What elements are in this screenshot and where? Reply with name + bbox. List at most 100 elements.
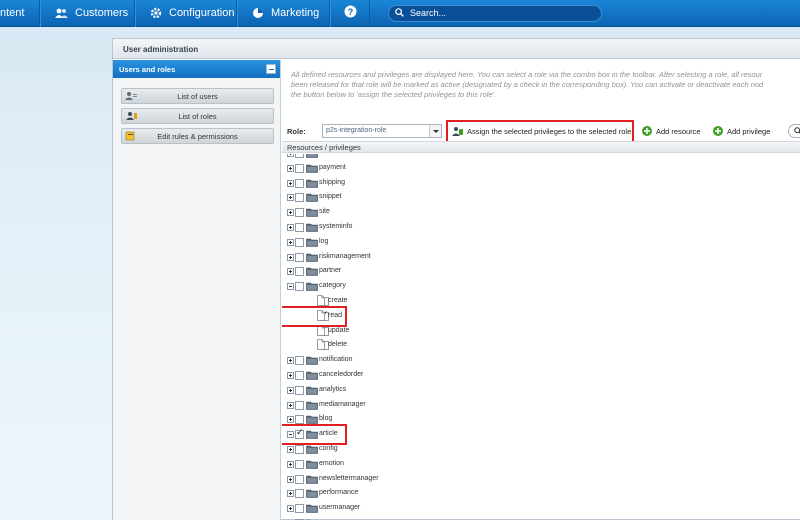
nav-item-content[interactable]: ntent	[0, 0, 40, 27]
expand-node-icon[interactable]	[287, 154, 294, 157]
folder-icon	[306, 154, 318, 158]
role-select-value: p2s-integration-role	[326, 127, 387, 134]
folder-icon	[306, 267, 318, 277]
folder-icon	[306, 445, 318, 454]
expand-node-icon[interactable]	[287, 268, 294, 276]
expand-node-icon[interactable]	[287, 505, 294, 513]
list-of-users-button[interactable]: List of users	[121, 88, 274, 104]
privilege-checkbox[interactable]	[295, 267, 304, 277]
expand-node-icon[interactable]	[287, 164, 294, 172]
add-icon	[642, 126, 652, 136]
resource-row[interactable]: analytics	[282, 383, 800, 397]
chevron-down-icon[interactable]	[429, 125, 441, 137]
edit-rules-permissions-button[interactable]: Edit rules & permissions	[121, 128, 274, 144]
expand-node-icon[interactable]	[287, 253, 294, 261]
privilege-checkbox[interactable]	[295, 474, 304, 484]
expand-node-icon[interactable]	[287, 179, 294, 187]
expand-node-icon[interactable]	[287, 416, 294, 424]
resource-row[interactable]: mediamanager	[282, 398, 800, 412]
privilege-row[interactable]: read	[282, 309, 800, 323]
add-privilege-button[interactable]: Add privilege	[713, 123, 770, 139]
resource-row[interactable]: canceledorder	[282, 368, 800, 382]
privilege-checkbox[interactable]	[295, 252, 304, 262]
resource-row[interactable]	[282, 516, 800, 520]
expand-node-icon[interactable]	[287, 238, 294, 246]
privilege-checkbox[interactable]	[295, 208, 304, 218]
privilege-row[interactable]: create	[282, 294, 800, 308]
resource-row[interactable]: site	[282, 205, 800, 219]
user-administration-window: User administration Users and roles List…	[112, 38, 800, 520]
privilege-row[interactable]: delete	[282, 338, 800, 352]
collapse-panel-button[interactable]	[266, 64, 276, 74]
nav-item-help[interactable]: ?	[330, 0, 370, 27]
expand-node-icon[interactable]	[287, 372, 294, 379]
tree-node-label: mediamanager	[319, 400, 366, 408]
privilege-checkbox[interactable]	[295, 356, 304, 366]
privilege-checkbox[interactable]	[295, 445, 304, 454]
tree-node-label: performance	[319, 489, 359, 497]
privilege-checkbox[interactable]	[295, 459, 304, 469]
resource-row[interactable]: systeminfo	[282, 220, 800, 234]
resource-row[interactable]: payment	[282, 161, 800, 175]
global-search[interactable]	[388, 4, 602, 22]
resource-row[interactable]: riskmanagement	[282, 250, 800, 264]
resource-row[interactable]: usermanager	[282, 501, 800, 515]
privilege-checkbox[interactable]	[295, 178, 304, 188]
tree-search-field[interactable]	[788, 124, 800, 138]
resource-row[interactable]: performance	[282, 486, 800, 500]
resource-row[interactable]: newslettermanager	[282, 472, 800, 486]
expand-node-icon[interactable]	[287, 224, 294, 231]
privilege-checkbox[interactable]	[295, 193, 304, 203]
nav-item-customers[interactable]: Customers	[40, 0, 135, 27]
article-row-highlight	[282, 424, 347, 446]
list-of-roles-button[interactable]: List of roles	[121, 108, 274, 124]
expand-node-icon[interactable]	[287, 475, 294, 483]
nav-item-marketing[interactable]: Marketing	[237, 0, 330, 27]
search-input[interactable]	[410, 8, 590, 18]
resource-row[interactable]	[282, 154, 800, 160]
privilege-checkbox[interactable]	[295, 415, 304, 425]
resource-row[interactable]: blog	[282, 412, 800, 426]
privilege-checkbox[interactable]	[295, 282, 304, 292]
window-title[interactable]: User administration	[113, 39, 800, 59]
resource-row[interactable]: shipping	[282, 176, 800, 190]
resource-row[interactable]: config	[282, 442, 800, 456]
privilege-checkbox[interactable]	[295, 163, 304, 173]
folder-icon	[306, 179, 318, 188]
expand-node-icon[interactable]	[287, 460, 294, 468]
expand-node-icon[interactable]	[287, 446, 294, 453]
privilege-checkbox[interactable]	[295, 489, 304, 499]
resource-row[interactable]: article	[282, 427, 800, 441]
expand-node-icon[interactable]	[287, 490, 294, 498]
privilege-checkbox[interactable]	[295, 223, 304, 232]
expand-node-icon[interactable]	[287, 357, 294, 365]
privilege-checkbox[interactable]	[295, 154, 304, 158]
tree-node-label: newslettermanager	[319, 474, 379, 482]
expand-node-icon[interactable]	[287, 194, 294, 202]
privilege-checkbox[interactable]	[295, 385, 304, 395]
nav-item-configuration[interactable]: Configuration	[135, 0, 237, 27]
expand-node-icon[interactable]	[287, 386, 294, 394]
resource-row[interactable]: emotion	[282, 457, 800, 471]
resource-row[interactable]: partner	[282, 264, 800, 278]
folder-open-icon	[306, 282, 318, 291]
grid-header[interactable]: Resources / privileges	[282, 141, 800, 153]
expand-node-icon[interactable]	[287, 401, 294, 409]
add-icon	[713, 126, 723, 136]
collapse-node-icon[interactable]	[287, 283, 294, 291]
role-select[interactable]: p2s-integration-role	[322, 124, 442, 138]
resource-row[interactable]: notification	[282, 353, 800, 367]
privilege-checkbox[interactable]	[295, 237, 304, 247]
resource-row[interactable]: log	[282, 235, 800, 249]
privilege-checkbox[interactable]	[295, 400, 304, 410]
resource-row[interactable]: category	[282, 279, 800, 293]
privilege-checkbox[interactable]	[295, 371, 304, 380]
privilege-checkbox[interactable]	[295, 504, 304, 514]
expand-node-icon[interactable]	[287, 209, 294, 217]
folder-icon	[306, 371, 318, 380]
add-resource-button[interactable]: Add resource	[642, 123, 701, 139]
resource-row[interactable]: snippet	[282, 190, 800, 204]
document-icon	[317, 295, 325, 306]
privilege-row[interactable]: update	[282, 324, 800, 338]
folder-icon	[306, 475, 318, 484]
